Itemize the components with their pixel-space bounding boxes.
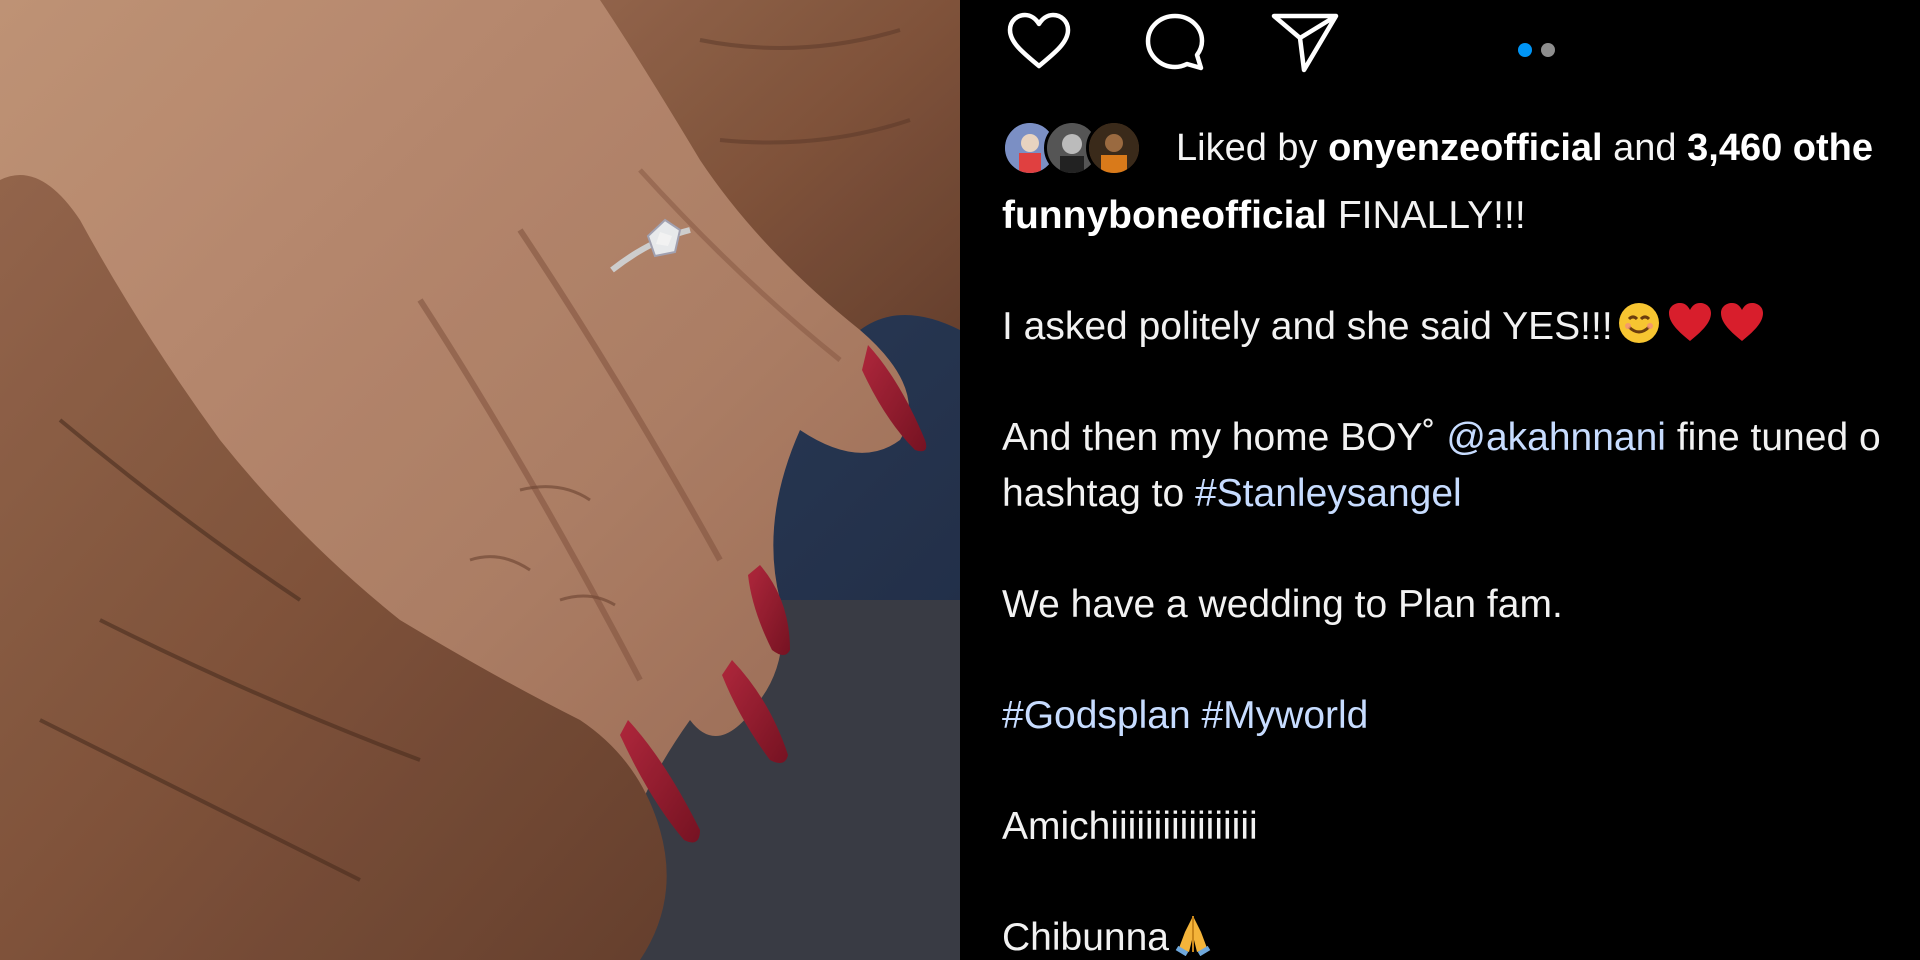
paper-plane-icon [1271,13,1339,73]
post-photo[interactable] [0,0,960,960]
like-button[interactable] [1002,10,1076,74]
mention-link[interactable]: @akahnnani [1446,416,1666,459]
post-caption: funnyboneofficial FINALLY!!! I asked pol… [1002,188,1920,960]
share-button[interactable] [1268,10,1342,74]
smiling-face-emoji-icon [1615,301,1663,361]
hashtag-link[interactable]: #Myworld [1201,694,1368,737]
liker-avatars [1002,118,1142,178]
hashtag-link[interactable]: #Stanleysangel [1195,472,1462,515]
liker-username-link[interactable]: onyenzeofficial [1328,127,1603,169]
caption-text: And then my home BOY [1002,416,1423,459]
pager-dot [1541,43,1555,57]
caption-mark: ˚ [1422,416,1436,459]
caption-text: Amichiiiiiiiiiiiiiiiii [1002,805,1258,848]
post-detail-panel: Liked by onyenzeofficial and 3,460 othe … [960,0,1920,960]
red-heart-emoji-icon [1717,301,1767,361]
caption-text: We have a wedding to Plan fam. [1002,583,1563,626]
likes-row[interactable]: Liked by onyenzeofficial and 3,460 othe [1002,116,1873,180]
holding-hands-ring-photo [0,0,960,960]
caption-text: I asked politely and she said YES!!! [1002,305,1613,348]
caption-username-link[interactable]: funnyboneofficial [1002,194,1327,237]
caption-text: fine tuned o [1665,416,1881,459]
caption-text: hashtag to [1002,472,1195,515]
likes-count-link[interactable]: 3,460 othe [1687,127,1873,169]
hashtag-link[interactable]: #Godsplan [1002,694,1191,737]
folded-hands-emoji-icon [1171,912,1215,960]
red-heart-emoji-icon [1665,301,1715,361]
likes-text: Liked by onyenzeofficial and 3,460 othe [1176,126,1873,169]
heart-icon [1007,12,1071,69]
avatar[interactable] [1086,120,1142,176]
comment-button[interactable] [1138,10,1212,74]
caption-text: FINALLY!!! [1327,194,1526,237]
pager-dot-active [1518,43,1532,57]
caption-text: Chibunna [1002,916,1169,959]
carousel-pager [1518,43,1555,57]
comment-bubble-icon [1145,13,1205,71]
